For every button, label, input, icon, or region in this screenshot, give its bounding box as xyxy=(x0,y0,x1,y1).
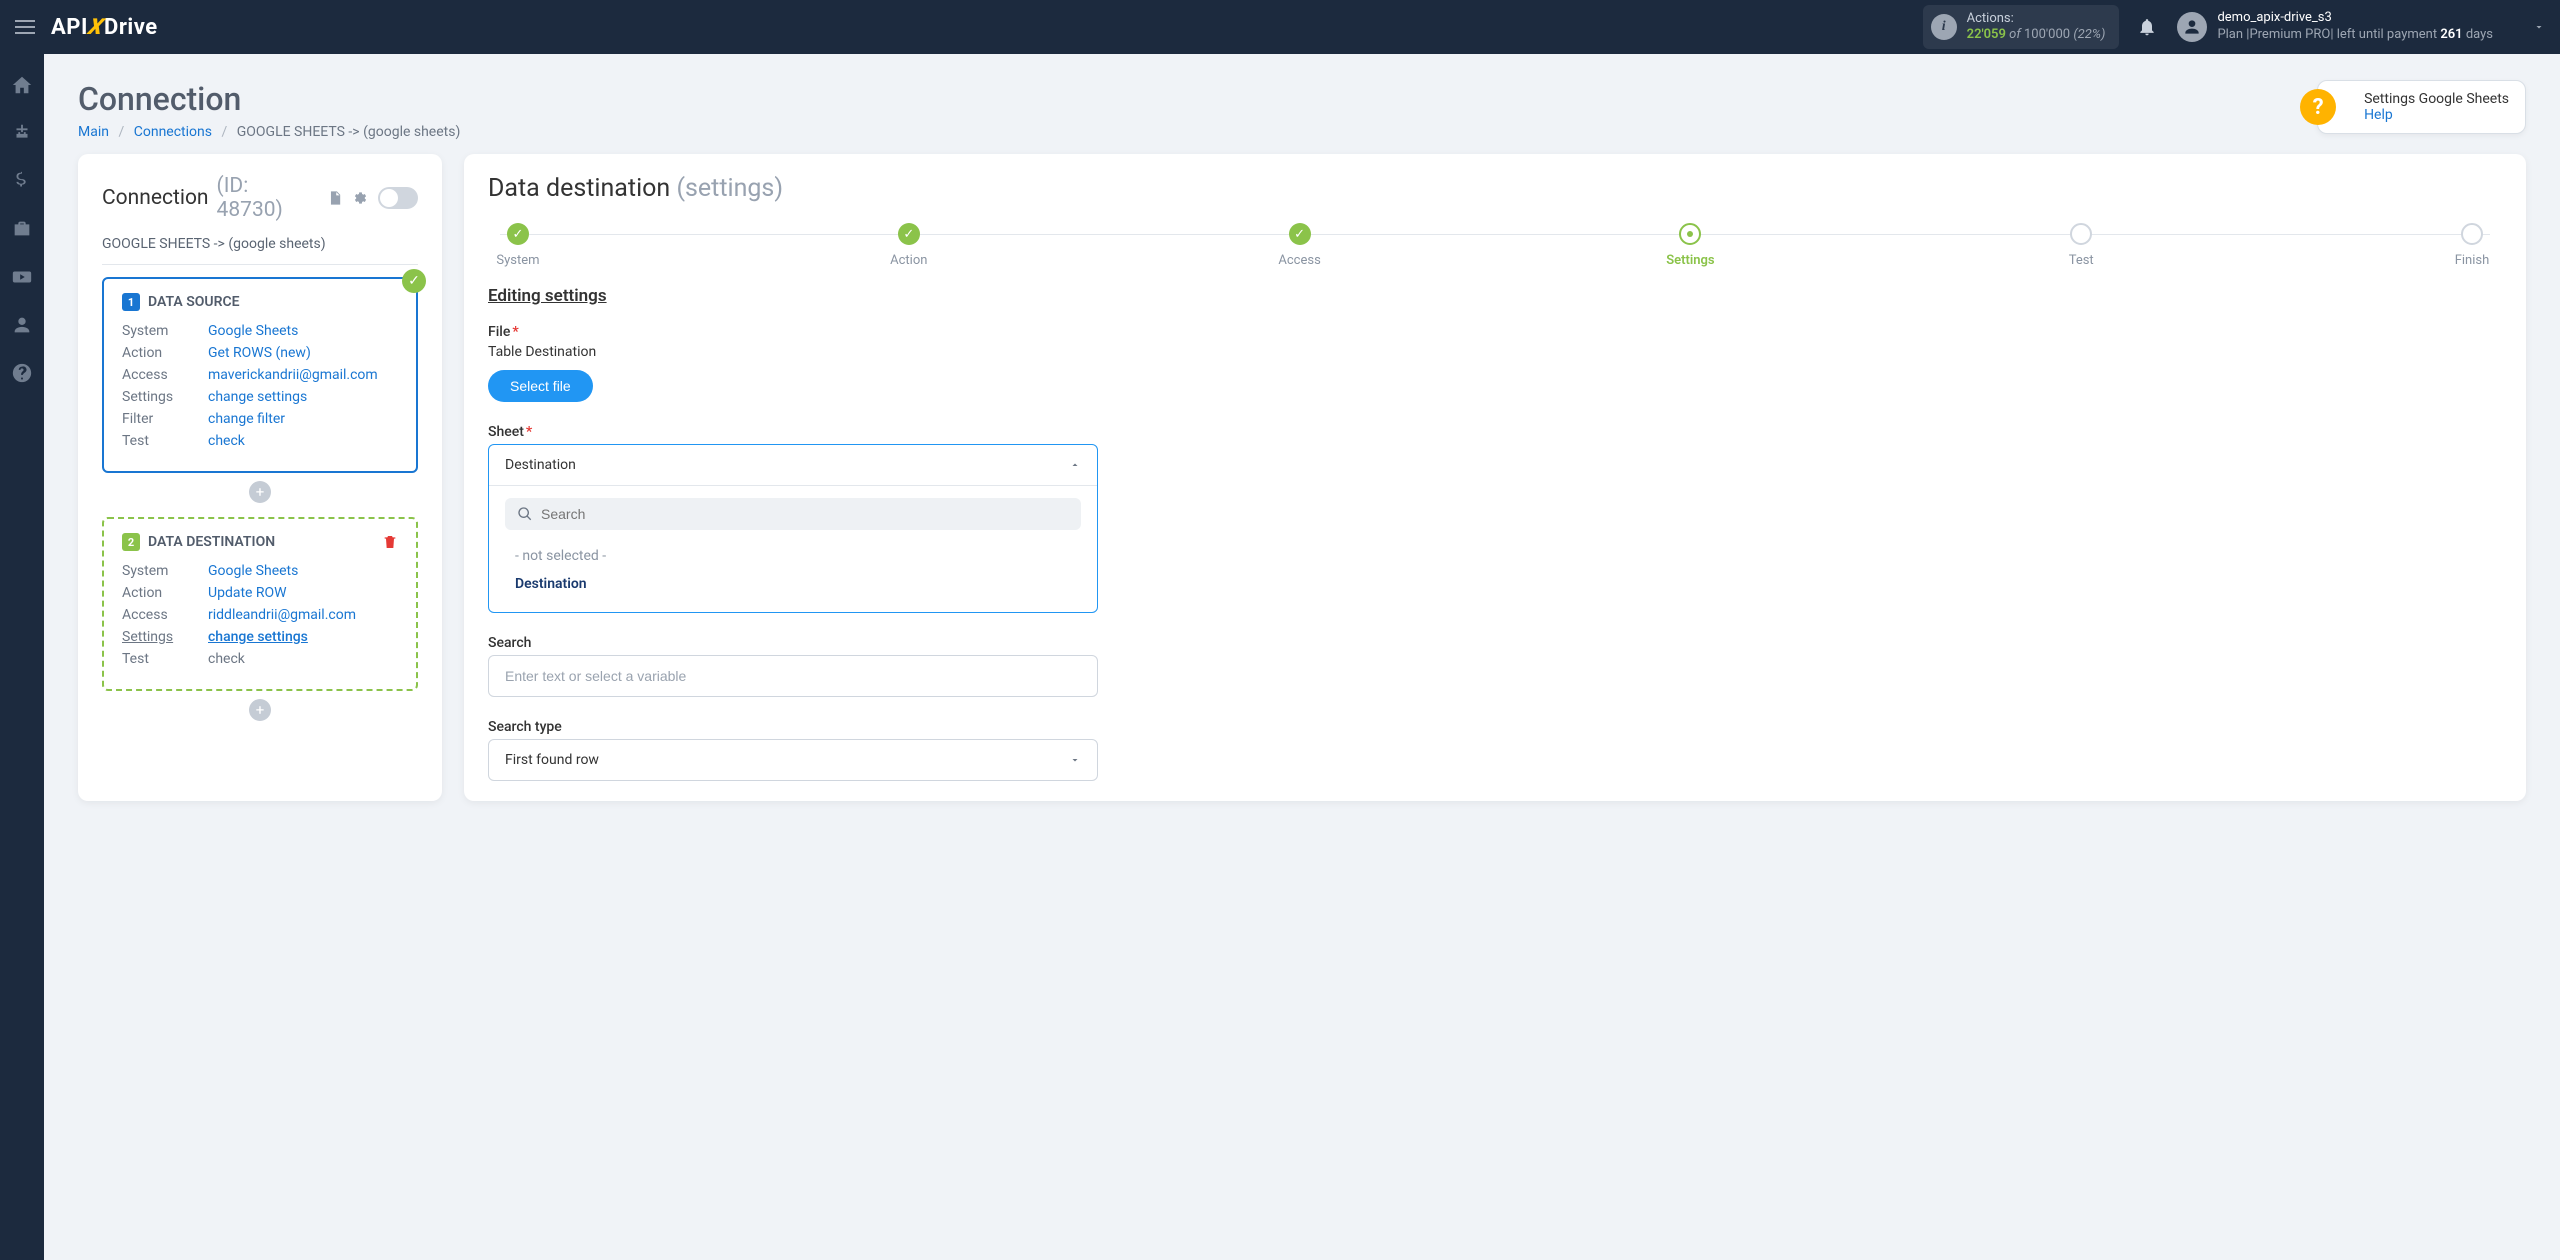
help-question-icon[interactable]: ? xyxy=(2300,89,2336,125)
editing-settings-heading: Editing settings xyxy=(488,286,2502,306)
sheet-search xyxy=(505,498,1081,530)
crumb-main[interactable]: Main xyxy=(78,124,109,140)
dst-access[interactable]: riddleandrii@gmail.com xyxy=(208,607,356,623)
dst-test: check xyxy=(208,651,245,667)
enable-toggle[interactable] xyxy=(378,187,418,209)
briefcase-icon[interactable] xyxy=(11,218,33,240)
dst-settings[interactable]: change settings xyxy=(208,629,308,645)
topbar: APIXDrive i Actions: 22'059 of 100'000 (… xyxy=(0,0,2560,54)
src-system[interactable]: Google Sheets xyxy=(208,323,298,339)
actions-label: Actions: xyxy=(1967,11,2106,27)
add-between-button[interactable]: + xyxy=(249,481,271,503)
src-action[interactable]: Get ROWS (new) xyxy=(208,345,311,361)
actions-counter[interactable]: i Actions: 22'059 of 100'000 (22%) xyxy=(1923,5,2120,48)
dst-system[interactable]: Google Sheets xyxy=(208,563,298,579)
bell-icon[interactable] xyxy=(2137,17,2157,37)
destination-settings-panel: Data destination (settings) ✓System ✓Act… xyxy=(464,154,2526,801)
chevron-down-icon xyxy=(2533,21,2545,33)
step-system[interactable]: ✓ xyxy=(507,223,529,245)
logo[interactable]: APIXDrive xyxy=(51,15,158,40)
step-action[interactable]: ✓ xyxy=(898,223,920,245)
search-icon xyxy=(517,506,533,522)
add-after-button[interactable]: + xyxy=(249,699,271,721)
src-access[interactable]: maverickandrii@gmail.com xyxy=(208,367,378,383)
trash-icon[interactable] xyxy=(382,534,398,550)
sheet-select: Destination - not selected - Destination xyxy=(488,444,1098,613)
connection-panel: Connection (ID: 48730) GOOGLE SHEETS -> … xyxy=(78,154,442,801)
step-settings[interactable] xyxy=(1679,223,1701,245)
user-icon[interactable] xyxy=(11,314,33,336)
step-test[interactable] xyxy=(2070,223,2092,245)
src-settings[interactable]: change settings xyxy=(208,389,307,405)
data-source-box: ✓ 1DATA SOURCE SystemGoogle Sheets Actio… xyxy=(102,277,418,473)
user-menu[interactable]: demo_apix-drive_s3 Plan |Premium PRO| le… xyxy=(2177,10,2545,44)
sidenav xyxy=(0,54,44,1260)
step-finish[interactable] xyxy=(2461,223,2483,245)
sheet-search-input[interactable] xyxy=(541,506,1069,522)
user-name: demo_apix-drive_s3 xyxy=(2217,10,2493,27)
dest-title: Data destination xyxy=(488,174,670,203)
check-icon: ✓ xyxy=(402,269,426,293)
hamburger-menu[interactable] xyxy=(15,15,39,39)
sheet-select-toggle[interactable]: Destination xyxy=(489,445,1097,486)
conn-heading: Connection xyxy=(102,186,209,210)
conn-id: (ID: 48730) xyxy=(217,174,319,222)
conn-sub: GOOGLE SHEETS -> (google sheets) xyxy=(102,236,418,265)
help-box: ? Settings Google Sheets Help xyxy=(2317,80,2526,134)
help-link[interactable]: Help xyxy=(2364,107,2509,123)
help-icon[interactable] xyxy=(11,362,33,384)
stepper: ✓System ✓Action ✓Access Settings Test Fi… xyxy=(488,223,2502,268)
src-filter[interactable]: change filter xyxy=(208,411,285,427)
chevron-up-icon xyxy=(1069,459,1081,471)
dst-action[interactable]: Update ROW xyxy=(208,585,287,601)
document-icon[interactable] xyxy=(327,190,343,206)
sitemap-icon[interactable] xyxy=(11,122,33,144)
chevron-down-icon xyxy=(1069,754,1081,766)
dollar-icon[interactable] xyxy=(11,170,33,192)
data-destination-box: 2 DATA DESTINATION SystemGoogle Sheets A… xyxy=(102,517,418,691)
crumb-current: GOOGLE SHEETS -> (google sheets) xyxy=(237,124,461,140)
youtube-icon[interactable] xyxy=(11,266,33,288)
info-icon: i xyxy=(1931,14,1957,40)
home-icon[interactable] xyxy=(11,74,33,96)
sheet-option-none[interactable]: - not selected - xyxy=(505,542,1081,570)
sheet-option-destination[interactable]: Destination xyxy=(505,570,1081,598)
select-file-button[interactable]: Select file xyxy=(488,370,593,402)
user-plan: Plan |Premium PRO| left until payment 26… xyxy=(2217,27,2493,44)
src-test[interactable]: check xyxy=(208,433,245,449)
avatar-icon xyxy=(2177,12,2207,42)
search-type-select[interactable]: First found row xyxy=(488,739,1098,781)
search-input[interactable] xyxy=(488,655,1098,697)
breadcrumb: Main / Connections / GOOGLE SHEETS -> (g… xyxy=(78,124,460,140)
step-access[interactable]: ✓ xyxy=(1289,223,1311,245)
page-title: Connection xyxy=(78,80,460,118)
file-value: Table Destination xyxy=(488,344,2502,360)
crumb-connections[interactable]: Connections xyxy=(134,124,212,140)
gear-icon[interactable] xyxy=(351,190,367,206)
